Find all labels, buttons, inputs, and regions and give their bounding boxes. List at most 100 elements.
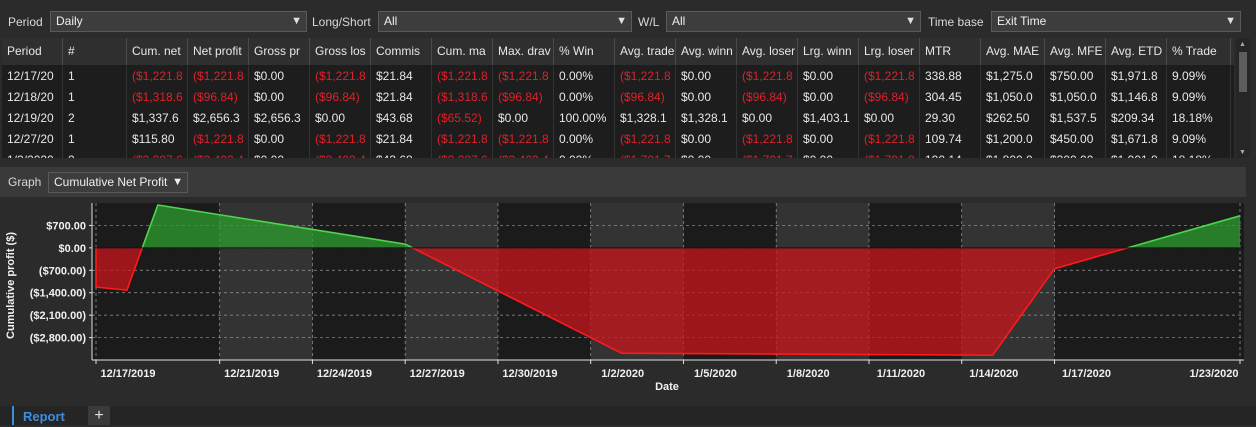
table-cell: $0.00 xyxy=(798,66,859,87)
column-header[interactable]: Net profit xyxy=(188,38,249,65)
table-cell: ($1,221.8 xyxy=(432,66,493,87)
table-cell: $43.68 xyxy=(371,150,432,158)
table-cell: ($1,318.6 xyxy=(432,87,493,108)
table-cell: $0.00 xyxy=(737,108,798,129)
chevron-down-icon: ▼ xyxy=(172,176,183,188)
column-header[interactable]: Avg. trade xyxy=(615,38,676,65)
column-header[interactable]: Lrg. loser xyxy=(859,38,920,65)
table-cell: $115.80 xyxy=(127,129,188,150)
column-header[interactable]: Cum. net xyxy=(127,38,188,65)
table-cell: $0.00 xyxy=(798,150,859,158)
wl-value: All xyxy=(672,14,686,28)
wl-select[interactable]: All ▼ xyxy=(666,11,921,32)
table-cell: 9.09% xyxy=(1167,87,1231,108)
scroll-thumb[interactable] xyxy=(1239,52,1247,92)
y-tick-label: $700.00 xyxy=(46,220,86,232)
table-cell: 12/18/20 xyxy=(2,87,63,108)
table-cell: 1 xyxy=(63,129,127,150)
column-header[interactable]: % Trade xyxy=(1167,38,1231,65)
table-cell: $21.84 xyxy=(371,87,432,108)
column-header[interactable]: Avg. MFE xyxy=(1045,38,1106,65)
table-cell: $1,200.0 xyxy=(981,129,1045,150)
table-cell: ($96.84) xyxy=(188,87,249,108)
table-cell: ($1,221.8 xyxy=(188,129,249,150)
table-cell: ($3,403.4 xyxy=(310,150,371,158)
column-header[interactable]: Avg. MAE xyxy=(981,38,1045,65)
table-cell: ($1,701.7 xyxy=(737,150,798,158)
graph-type-select[interactable]: Cumulative Net Profit ▼ xyxy=(48,172,188,193)
scroll-down-icon[interactable]: ▼ xyxy=(1239,149,1246,156)
table-row[interactable]: 1/3/20202($3,287.6($3,403.4$0.00($3,403.… xyxy=(2,150,1234,158)
add-tab-button[interactable]: + xyxy=(88,406,110,425)
table-cell: ($96.84) xyxy=(859,87,920,108)
table-cell: $1,800.0 xyxy=(981,150,1045,158)
x-tick-label: 1/5/2020 xyxy=(694,368,737,380)
y-tick-label: ($700.00) xyxy=(39,265,86,277)
table-cell: $0.00 xyxy=(249,129,310,150)
period-select[interactable]: Daily ▼ xyxy=(50,11,307,32)
table-cell: ($1,221.8 xyxy=(127,66,188,87)
column-header[interactable]: Commis xyxy=(371,38,432,65)
column-header[interactable]: % Win xyxy=(554,38,615,65)
timebase-select[interactable]: Exit Time ▼ xyxy=(991,11,1241,32)
table-cell: $0.00 xyxy=(676,87,737,108)
table-cell: ($96.84) xyxy=(493,87,554,108)
table-cell: $0.00 xyxy=(798,87,859,108)
x-tick-label: 1/14/2020 xyxy=(969,368,1018,380)
table-row[interactable]: 12/17/20 1 ($1,221.8 ($1,221.8 $0.00 ($1,221.… xyxy=(2,66,1234,87)
table-cell: $1,275.0 xyxy=(981,66,1045,87)
table-cell: 12/17/20 xyxy=(2,66,63,87)
column-header[interactable]: Gross los xyxy=(310,38,371,65)
table-cell: ($3,403.4 xyxy=(493,150,554,158)
table-cell: 9.09% xyxy=(1167,129,1231,150)
table-row[interactable]: 12/19/20 2 $1,337.6 $2,656.3 $2,656.3 $0.00 $4… xyxy=(2,108,1234,129)
grid-scrollbar[interactable]: ▲ ▼ xyxy=(1236,38,1250,158)
tab-report[interactable]: Report xyxy=(12,406,82,425)
graph-label: Graph xyxy=(8,175,42,189)
table-cell: $750.00 xyxy=(1045,66,1106,87)
column-header[interactable]: Period xyxy=(2,38,63,65)
period-label: Period xyxy=(8,15,43,29)
table-cell: 0.00% xyxy=(554,87,615,108)
column-header[interactable]: MTR xyxy=(920,38,981,65)
y-tick-label: $0.00 xyxy=(58,243,86,255)
table-cell: $1,050.0 xyxy=(1045,87,1106,108)
column-header[interactable]: Cum. ma xyxy=(432,38,493,65)
longshort-value: All xyxy=(384,14,398,28)
longshort-select[interactable]: All ▼ xyxy=(378,11,632,32)
column-header[interactable]: Max. drav xyxy=(493,38,554,65)
table-cell: $450.00 xyxy=(1045,129,1106,150)
table-cell: $21.84 xyxy=(371,66,432,87)
x-tick-label: 1/11/2020 xyxy=(877,368,925,380)
table-cell: ($1,221.8 xyxy=(859,66,920,87)
column-header[interactable]: Gross pr xyxy=(249,38,310,65)
column-header[interactable]: Lrg. winn xyxy=(798,38,859,65)
column-header[interactable]: Avg. ETD xyxy=(1106,38,1167,65)
table-cell: $2,656.3 xyxy=(249,108,310,129)
table-cell: 2 xyxy=(63,150,127,158)
report-grid: Period # Cum. net Net profit Gross pr Gross l… xyxy=(2,38,1234,158)
column-header[interactable]: Avg. winn xyxy=(676,38,737,65)
table-cell: ($1,221.8 xyxy=(432,129,493,150)
scroll-up-icon[interactable]: ▲ xyxy=(1239,41,1246,48)
table-cell: ($1,318.6 xyxy=(127,87,188,108)
x-tick-label: 1/8/2020 xyxy=(787,368,830,380)
column-header[interactable]: Avg. loser xyxy=(737,38,798,65)
table-cell: ($65.52) xyxy=(432,108,493,129)
x-tick-label: 1/17/2020 xyxy=(1062,368,1111,380)
table-row[interactable]: 12/27/20 1 $115.80 ($1,221.8 $0.00 ($1,221.8 $… xyxy=(2,129,1234,150)
table-cell: ($1,221.8 xyxy=(310,129,371,150)
column-header[interactable]: # xyxy=(63,38,127,65)
table-cell: 1/3/2020 xyxy=(2,150,63,158)
x-tick-label: 12/21/2019 xyxy=(224,368,279,380)
table-cell: $1,050.0 xyxy=(981,87,1045,108)
chevron-down-icon: ▼ xyxy=(905,15,916,27)
y-tick-label: ($2,100.00) xyxy=(30,310,87,322)
bottom-tab-bar: Report + xyxy=(0,406,1256,425)
table-row[interactable]: 12/18/20 1 ($1,318.6 ($96.84) $0.00 ($96.84) $… xyxy=(2,87,1234,108)
table-cell: $0.00 xyxy=(310,108,371,129)
table-cell: $21.84 xyxy=(371,129,432,150)
table-cell: 304.45 xyxy=(920,87,981,108)
table-cell: $1,971.8 xyxy=(1106,66,1167,87)
table-cell: $43.68 xyxy=(371,108,432,129)
